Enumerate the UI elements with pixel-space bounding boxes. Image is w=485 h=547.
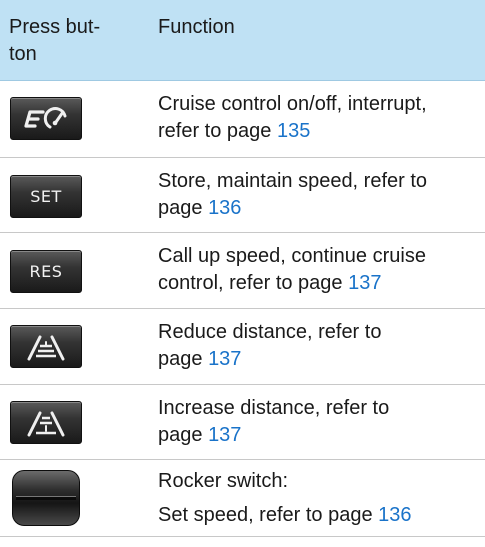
page-link[interactable]: 137 <box>208 424 241 446</box>
function-table: Press but- ton Function Cruise control o… <box>0 0 485 547</box>
increase-distance-icon <box>27 411 65 436</box>
header-press-button: Press but- ton <box>9 14 119 68</box>
res-button[interactable]: RES <box>10 250 82 293</box>
row-text-line: page <box>158 424 209 446</box>
row-text-line: Call up speed, continue cruise <box>158 245 426 267</box>
page-link[interactable]: 136 <box>208 197 241 219</box>
row-text-line: Reduce distance, refer to <box>158 321 382 343</box>
row-text: Call up speed, continue cruise control, … <box>158 243 480 297</box>
row-text-line: refer to page <box>158 120 277 142</box>
page-link[interactable]: 137 <box>208 348 241 370</box>
header-press-button-line2: ton <box>9 43 37 65</box>
row-text: Rocker switch: Set speed, refer to page … <box>158 468 480 529</box>
reduce-distance-button[interactable] <box>10 325 82 368</box>
row-text-line: Set speed, refer to page <box>158 504 379 526</box>
table-row: SET Store, maintain speed, refer to page… <box>0 158 485 233</box>
rocker-switch[interactable] <box>12 470 80 526</box>
row-text-line: Rocker switch: <box>158 470 289 492</box>
table-header: Press but- ton Function <box>0 0 485 81</box>
row-text-line: page <box>158 197 209 219</box>
table-row: Rocker switch: Set speed, refer to page … <box>0 460 485 537</box>
cruise-control-icon <box>24 106 67 128</box>
row-text: Cruise control on/off, interrupt, refer … <box>158 91 480 145</box>
row-text: Reduce distance, refer to page 137 <box>158 319 480 373</box>
page-link[interactable]: 136 <box>378 504 411 526</box>
row-text-line: control, refer to page <box>158 272 349 294</box>
table-row: RES Call up speed, continue cruise contr… <box>0 233 485 309</box>
cruise-control-button[interactable] <box>10 97 82 140</box>
set-button-label: SET <box>30 187 62 206</box>
table-row: Increase distance, refer to page 137 <box>0 385 485 460</box>
header-press-button-line1: Press but- <box>9 16 101 38</box>
row-text-line: Cruise control on/off, interrupt, <box>158 93 427 115</box>
row-text: Increase distance, refer to page 137 <box>158 395 480 449</box>
table-row: Cruise control on/off, interrupt, refer … <box>0 81 485 158</box>
page-link[interactable]: 137 <box>348 272 381 294</box>
row-text-line: Increase distance, refer to <box>158 397 390 419</box>
row-text-line: page <box>158 348 209 370</box>
table-row: Reduce distance, refer to page 137 <box>0 309 485 385</box>
rocker-switch-icon <box>16 496 76 500</box>
row-text: Store, maintain speed, refer to page 136 <box>158 168 480 222</box>
page-link[interactable]: 135 <box>277 120 310 142</box>
row-text-line: Store, maintain speed, refer to <box>158 170 428 192</box>
header-function: Function <box>158 16 235 38</box>
set-button[interactable]: SET <box>10 175 82 218</box>
increase-distance-button[interactable] <box>10 401 82 444</box>
reduce-distance-icon <box>27 335 65 360</box>
res-button-label: RES <box>29 262 63 281</box>
